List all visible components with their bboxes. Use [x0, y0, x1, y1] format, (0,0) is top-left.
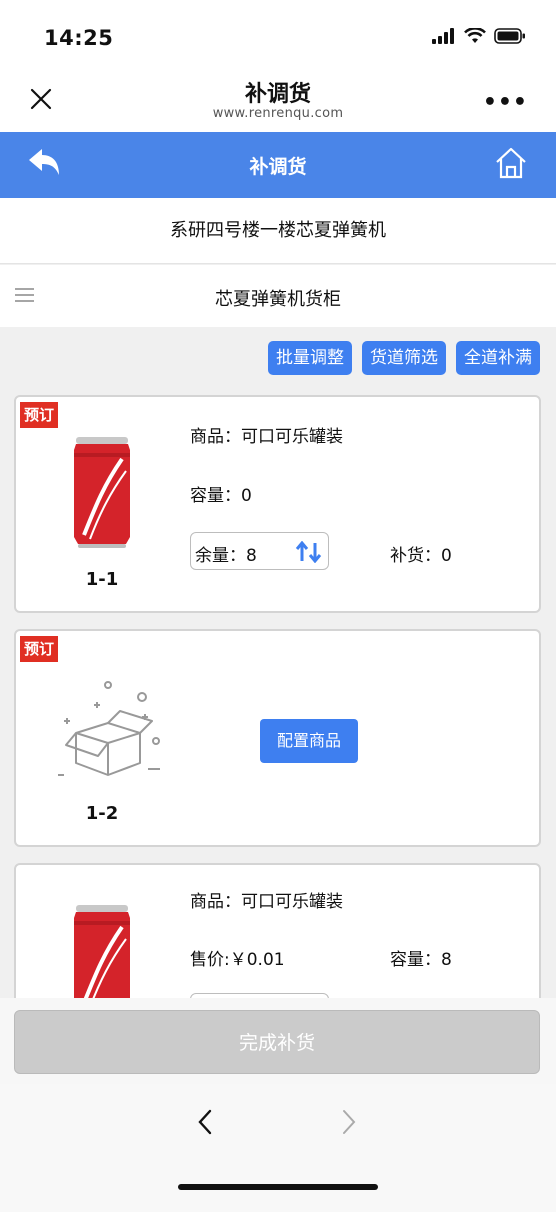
app-header: 补调货 www.renrenqu.com •••: [0, 72, 556, 132]
browser-nav: [0, 1084, 556, 1212]
cabinet-name: 芯夏弹簧机货柜: [215, 289, 341, 310]
price-text: 售价:￥0.01: [190, 950, 285, 970]
slot-number: 1-2: [85, 803, 119, 824]
capacity-text: 容量：8: [390, 950, 452, 970]
capacity-text: 容量：0: [190, 486, 252, 506]
remaining-adjust[interactable]: 余量：8: [190, 532, 329, 570]
fill-all-button[interactable]: 全道补满: [456, 341, 540, 375]
filter-slots-button[interactable]: 货道筛选: [362, 341, 446, 375]
slot-card: 预订 1-1 商品：可口可乐罐装 容量：0 余量：8 补货：0: [14, 395, 541, 613]
chevron-right-icon[interactable]: [340, 1108, 358, 1136]
page-nav-bar: 补调货: [0, 132, 556, 198]
action-buttons: 批量调整 货道筛选 全道补满: [268, 341, 540, 375]
home-icon[interactable]: [494, 146, 528, 180]
more-icon[interactable]: •••: [483, 90, 528, 115]
status-time: 14:25: [44, 26, 114, 50]
header-url: www.renrenqu.com: [212, 106, 344, 121]
swap-arrows-icon[interactable]: [295, 541, 323, 563]
slot-card: 预订 1-2 配置商品: [14, 629, 541, 847]
page-title: 补调货: [249, 156, 307, 178]
chevron-left-icon[interactable]: [196, 1108, 214, 1136]
system-icons: [432, 28, 526, 44]
product-name: 商品：可口可乐罐装: [190, 892, 343, 912]
remaining-text: 余量：8: [195, 546, 257, 566]
signal-icon: [432, 28, 454, 44]
header-title: 补调货: [244, 82, 311, 107]
location-title: 系研四号楼一楼芯夏弹簧机: [0, 198, 556, 264]
slot-number: 1-1: [85, 569, 119, 590]
empty-box-icon: [58, 681, 160, 776]
reserve-tag: 预订: [20, 402, 59, 428]
cola-can-image: [74, 437, 130, 548]
reserve-tag: 预订: [20, 636, 59, 662]
configure-product-button[interactable]: 配置商品: [260, 719, 358, 763]
wifi-icon: [464, 28, 486, 43]
battery-icon: [494, 28, 525, 44]
product-name: 商品：可口可乐罐装: [190, 427, 343, 447]
bottom-panel: 完成补货: [0, 998, 556, 1212]
finish-restock-button[interactable]: 完成补货: [14, 1010, 540, 1074]
status-bar: 14:25: [0, 0, 556, 72]
home-indicator: [178, 1184, 378, 1190]
batch-adjust-button[interactable]: 批量调整: [268, 341, 352, 375]
restock-text: 补货：0: [390, 546, 452, 566]
cabinet-bar: 1 芯夏弹簧机货柜: [0, 265, 556, 562]
